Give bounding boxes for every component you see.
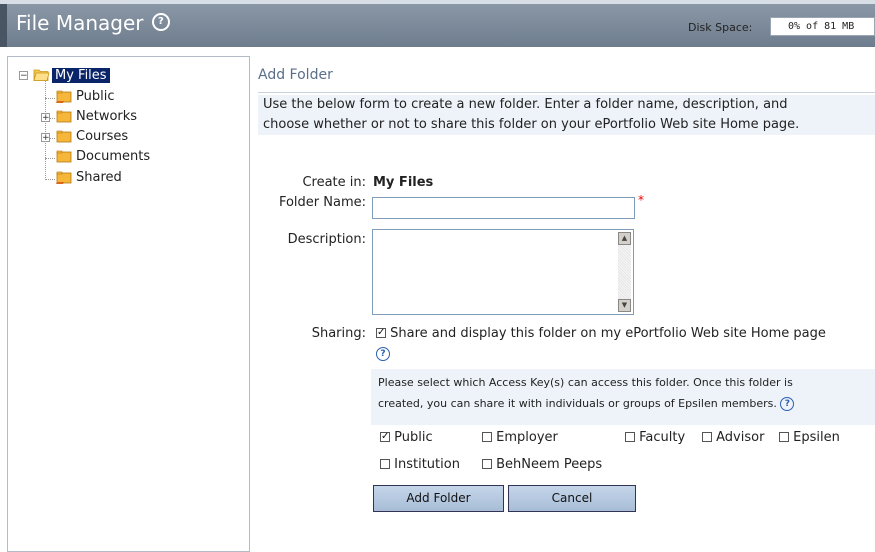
access-key-help-icon[interactable]: ? — [780, 397, 795, 411]
description-textarea[interactable]: ▲ ▼ — [372, 229, 634, 315]
access-key-behneem-peeps[interactable]: BehNeem Peeps — [482, 457, 602, 472]
epsilen-checkbox[interactable] — [779, 431, 789, 442]
shared-folder-icon — [56, 171, 72, 184]
sharing-help-icon[interactable]: ? — [376, 347, 390, 361]
folder-icon — [56, 150, 72, 163]
access-key-epsilen[interactable]: Epsilen — [779, 430, 840, 445]
instructions: Use the below form to create a new folde… — [258, 95, 875, 135]
share-checkbox[interactable]: ✓ — [376, 327, 386, 338]
expand-icon[interactable]: + — [41, 133, 50, 143]
header-accent — [0, 4, 7, 47]
access-key-label: Advisor — [716, 430, 765, 445]
cancel-button[interactable]: Cancel — [508, 485, 636, 512]
sharing-label: Sharing: — [311, 326, 366, 341]
folder-name-input[interactable] — [372, 197, 635, 219]
tree-label: My Files — [52, 68, 110, 83]
add-folder-panel: Add Folder Use the below form to create … — [250, 56, 875, 552]
behneem-peeps-checkbox[interactable] — [482, 458, 492, 469]
expand-icon[interactable]: + — [41, 113, 50, 123]
shared-folder-icon — [56, 90, 72, 103]
create-in-value: My Files — [373, 175, 434, 190]
add-folder-button[interactable]: Add Folder — [373, 485, 504, 512]
access-key-label: Public — [394, 430, 433, 445]
disk-space-value: 0% of 81 MB — [770, 17, 875, 36]
tree-item-documents[interactable]: Documents — [8, 148, 248, 168]
share-option-label: Share and display this folder on my ePor… — [390, 326, 826, 341]
access-info-line: Please select which Access Key(s) can ac… — [378, 376, 793, 389]
employer-checkbox[interactable] — [482, 431, 492, 442]
access-key-employer[interactable]: Employer — [482, 430, 558, 445]
folder-tree-panel: − My Files Public + Networks + Courses D… — [7, 56, 250, 552]
advisor-checkbox[interactable] — [702, 431, 712, 442]
app-title-text: File Manager — [16, 11, 144, 35]
institution-checkbox[interactable] — [380, 458, 390, 469]
disk-space-label: Disk Space: — [688, 21, 753, 34]
access-key-institution[interactable]: Institution — [380, 457, 460, 472]
faculty-checkbox[interactable] — [625, 431, 635, 442]
folder-icon — [56, 130, 72, 143]
tree-label: Shared — [76, 170, 122, 185]
access-info-text: created, you can share it with individua… — [378, 397, 777, 410]
access-key-label: Faculty — [639, 430, 686, 445]
folder-name-label: Folder Name: — [278, 195, 366, 210]
access-info-line: created, you can share it with individua… — [378, 393, 875, 414]
access-key-label: Institution — [394, 457, 460, 472]
panel-title: Add Folder — [258, 67, 333, 83]
instructions-line: choose whether or not to share this fold… — [263, 117, 800, 132]
scroll-up-icon[interactable]: ▲ — [618, 232, 631, 245]
instructions-line: Use the below form to create a new folde… — [263, 97, 788, 112]
folder-open-icon — [33, 69, 50, 81]
access-key-faculty[interactable]: Faculty — [625, 430, 685, 445]
public-checkbox[interactable]: ✓ — [380, 431, 390, 442]
help-icon[interactable]: ? — [151, 12, 170, 31]
access-key-label: Epsilen — [793, 430, 840, 445]
access-key-label: BehNeem Peeps — [496, 457, 603, 472]
folder-icon — [56, 110, 72, 123]
tree-item-my-files[interactable]: − My Files — [8, 67, 248, 87]
access-key-info: Please select which Access Key(s) can ac… — [371, 369, 875, 425]
tree-item-public[interactable]: Public — [8, 88, 248, 108]
scroll-down-icon[interactable]: ▼ — [618, 299, 631, 312]
share-option[interactable]: ✓ Share and display this folder on my eP… — [376, 326, 826, 341]
tree-label: Documents — [76, 149, 151, 164]
tree-label: Networks — [76, 109, 138, 124]
textarea-scrollbar[interactable]: ▲ ▼ — [618, 232, 631, 312]
description-label: Description: — [287, 232, 366, 247]
access-key-public[interactable]: ✓ Public — [380, 430, 433, 445]
tree-item-shared[interactable]: Shared — [8, 169, 248, 189]
create-in-label: Create in: — [302, 175, 366, 190]
collapse-icon[interactable]: − — [19, 71, 28, 81]
access-key-advisor[interactable]: Advisor — [702, 430, 764, 445]
tree-label: Courses — [76, 129, 129, 144]
app-header: File Manager ? Disk Space: 0% of 81 MB — [0, 0, 875, 47]
divider — [258, 92, 875, 93]
tree-item-networks[interactable]: + Networks — [8, 108, 248, 128]
tree-item-courses[interactable]: + Courses — [8, 128, 248, 148]
required-marker: * — [638, 193, 644, 207]
tree-label: Public — [76, 89, 115, 104]
app-title: File Manager ? — [16, 11, 170, 35]
access-key-label: Employer — [496, 430, 558, 445]
